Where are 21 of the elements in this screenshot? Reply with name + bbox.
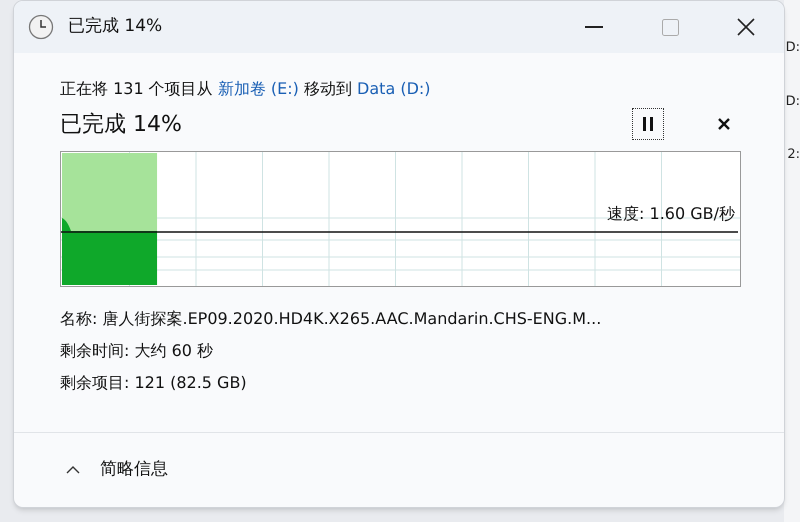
pause-icon: [643, 117, 653, 131]
cancel-icon: [718, 118, 730, 130]
transfer-message: 正在将 131 个项目从 新加卷 (E:) 移动到 Data (D:): [60, 78, 432, 100]
pause-button[interactable]: [632, 108, 664, 140]
background-text: D:: [786, 92, 800, 110]
maximize-icon: [662, 18, 678, 36]
background-text: D:: [786, 39, 800, 57]
close-icon: [737, 18, 755, 36]
fewer-details-toggle[interactable]: 简略信息: [66, 457, 168, 483]
detail-text: 剩余项目: 121 (82.5 GB): [60, 372, 248, 394]
detail-text: 名称: 唐人街探案.EP09.2020.HD4K.X265.AAC.Mandarin.CHS-ENG.M...: [60, 308, 602, 330]
speed-label: 速度: 1.60 GB/秒: [607, 203, 735, 225]
background-text: 2:: [787, 146, 800, 164]
chevron-up-icon: [66, 466, 80, 474]
progress-title: 已完成 14%: [60, 110, 182, 138]
detail-text: 剩余时间: 大约 60 秒: [60, 340, 214, 362]
drive-link[interactable]: 新加卷 (E:): [218, 79, 299, 98]
drive-link[interactable]: Data (D:): [357, 79, 431, 98]
window-title: 已完成 14%: [68, 15, 162, 38]
clock-icon: [28, 14, 54, 40]
minimize-icon: [585, 26, 603, 28]
